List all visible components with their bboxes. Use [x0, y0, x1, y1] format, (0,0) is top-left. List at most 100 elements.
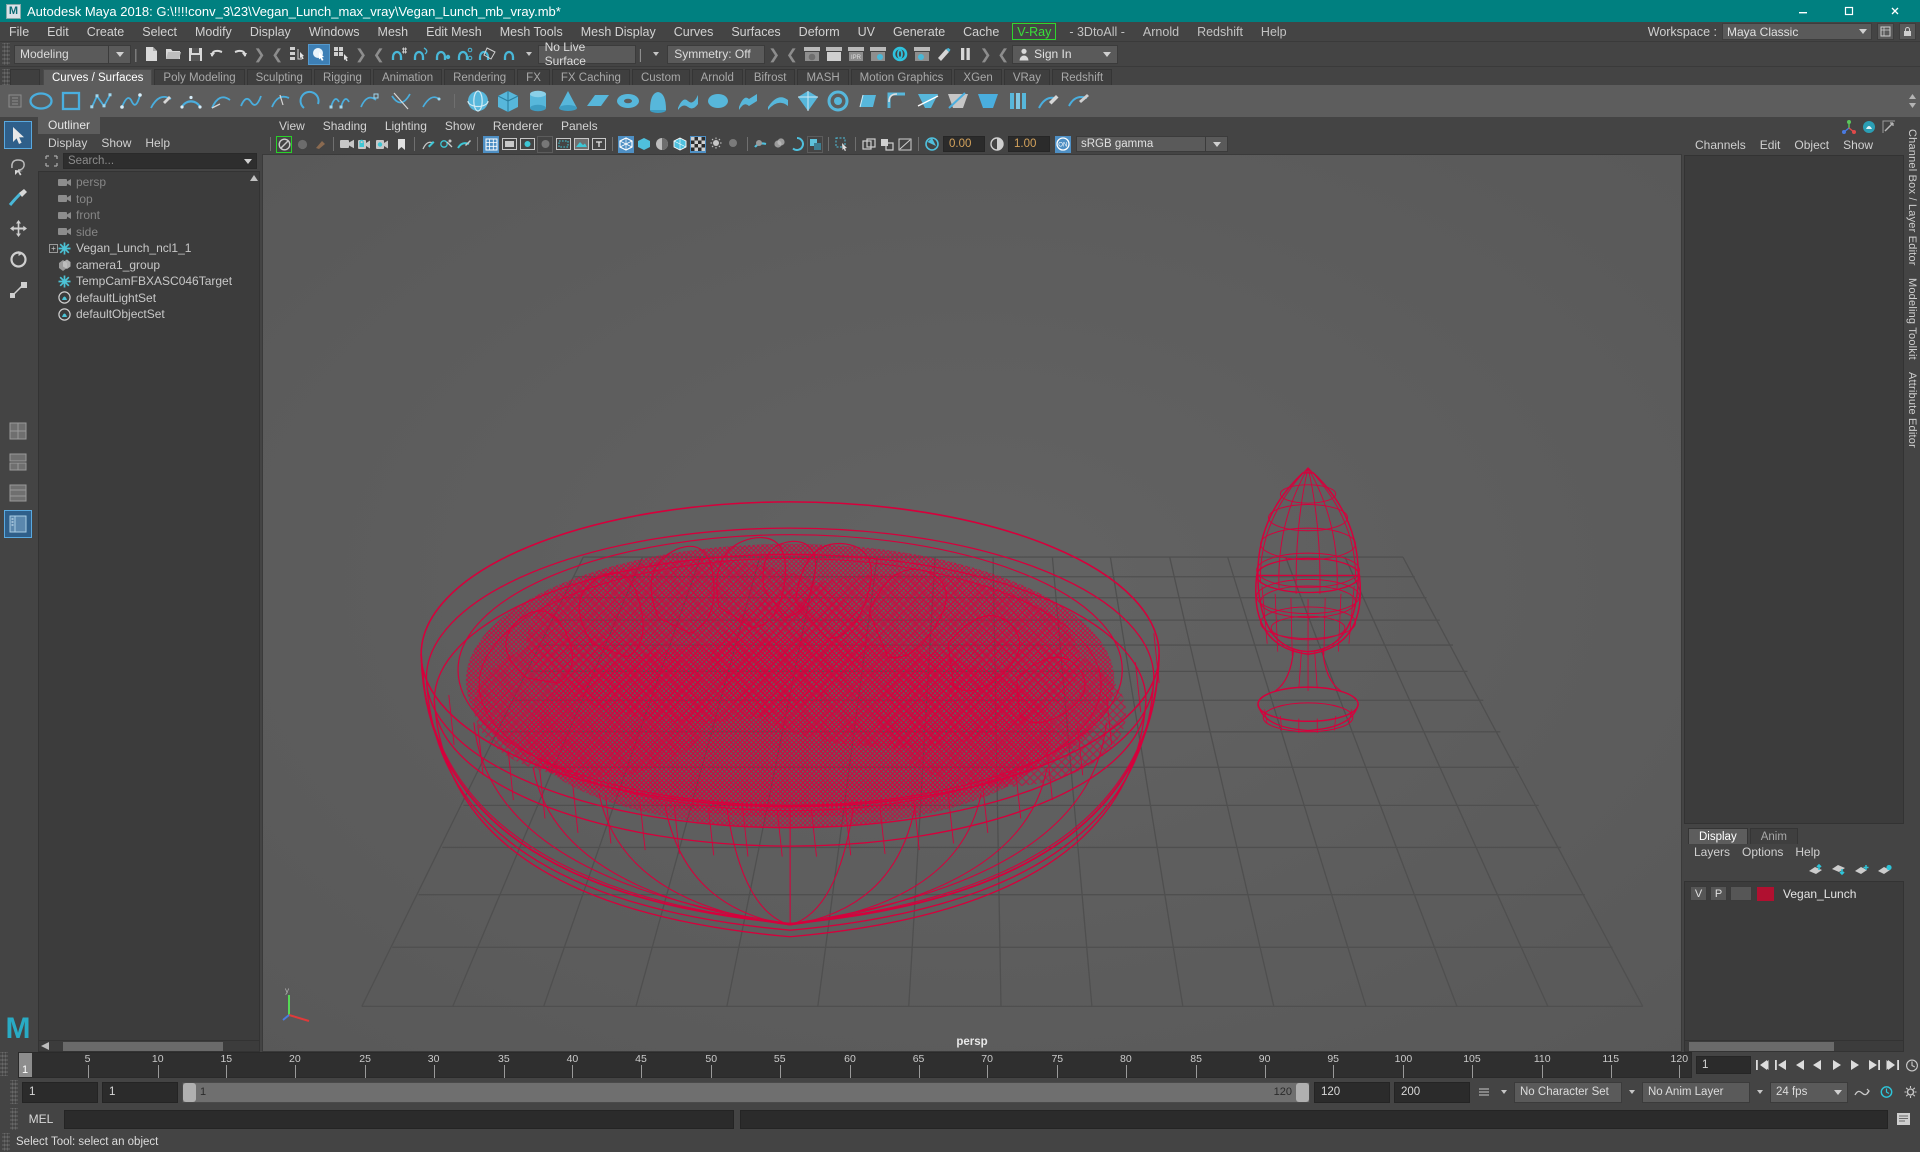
- camera-settings-icon[interactable]: [375, 136, 391, 153]
- vtab-attribute-editor[interactable]: Attribute Editor: [1906, 366, 1918, 454]
- menu-deform[interactable]: Deform: [790, 22, 849, 42]
- channelbox-menu-show[interactable]: Show: [1836, 136, 1880, 154]
- shelf-nurbs-sphere-icon[interactable]: [463, 87, 493, 115]
- anim-layer-dropdown[interactable]: No Anim Layer: [1642, 1081, 1750, 1103]
- shelf-gripper[interactable]: [2, 69, 10, 85]
- select-tool-button[interactable]: [4, 121, 32, 149]
- shelf-surface-editing-icon[interactable]: [1063, 87, 1093, 115]
- outliner-tab[interactable]: Outliner: [38, 117, 101, 134]
- playback-options-icon[interactable]: [1474, 1082, 1494, 1103]
- shelf-tab-mash[interactable]: MASH: [797, 69, 849, 85]
- create-new-layer-icon[interactable]: [1854, 864, 1869, 876]
- shelf-tab-arnold[interactable]: Arnold: [691, 69, 743, 85]
- pause-ipr-button[interactable]: [955, 44, 977, 65]
- layer-playback-toggle[interactable]: P: [1710, 886, 1727, 901]
- shelf-open-close-curve-icon[interactable]: [296, 87, 326, 115]
- mel-output-field[interactable]: [740, 1109, 1888, 1129]
- shelf-duplicate-surface-curves-icon[interactable]: [326, 87, 356, 115]
- outliner-item-front[interactable]: front: [39, 207, 259, 224]
- snap-to-point-button[interactable]: [432, 44, 454, 65]
- screen-space-ao-icon[interactable]: [789, 136, 805, 153]
- smooth-shade-all-icon[interactable]: [636, 136, 652, 153]
- layer-color-swatch[interactable]: [1757, 886, 1774, 901]
- menuset-dropdown[interactable]: Modeling: [14, 44, 109, 64]
- marquee-select-icon[interactable]: [834, 136, 850, 153]
- shelf-extrude-icon[interactable]: [733, 87, 763, 115]
- shelf-pencil-curve-icon[interactable]: [146, 87, 176, 115]
- hypershade-button[interactable]: [889, 44, 911, 65]
- shelf-bevel-plus-icon[interactable]: [853, 87, 883, 115]
- play-backwards-button[interactable]: [1810, 1056, 1827, 1075]
- new-scene-button[interactable]: [141, 44, 163, 65]
- vtab-channel-box-layer-editor[interactable]: Channel Box / Layer Editor: [1906, 123, 1918, 272]
- snap-to-curve-button[interactable]: [410, 44, 432, 65]
- menu-cache[interactable]: Cache: [954, 22, 1008, 42]
- shelf-tab-sculpting[interactable]: Sculpting: [246, 69, 312, 85]
- view-layout-outliner-persp-button[interactable]: [4, 510, 32, 538]
- channelbox-menu-edit[interactable]: Edit: [1753, 136, 1788, 154]
- move-layer-up-icon[interactable]: [1808, 864, 1823, 876]
- layer-shading-toggle[interactable]: [1730, 886, 1752, 901]
- viewport-menu-view[interactable]: View: [270, 117, 314, 135]
- step-back-frame-button[interactable]: [1791, 1056, 1808, 1075]
- time-slider[interactable]: 1 5 10 15 20 25 30 35 40 45 50 55 60 65 …: [18, 1052, 1692, 1078]
- range-end-handle[interactable]: [1296, 1082, 1309, 1102]
- outliner-item-persp[interactable]: persp: [39, 174, 259, 191]
- minimize-button[interactable]: [1780, 0, 1826, 22]
- outliner-item-side[interactable]: side: [39, 224, 259, 241]
- layer-tab-display[interactable]: Display: [1688, 828, 1748, 844]
- outliner-item-tempcam-target[interactable]: TempCamFBXASC046Target: [39, 273, 259, 290]
- open-scene-button[interactable]: [163, 44, 185, 65]
- shelf-tab-fx-caching[interactable]: FX Caching: [551, 69, 630, 85]
- shelf-tab-rendering[interactable]: Rendering: [444, 69, 516, 85]
- camera-attributes-icon[interactable]: [294, 136, 310, 153]
- character-set-dropdown[interactable]: No Character Set: [1514, 1081, 1622, 1103]
- layer-row[interactable]: V P Vegan_Lunch: [1687, 885, 1901, 902]
- menu-uv[interactable]: UV: [849, 22, 884, 42]
- save-scene-button[interactable]: [185, 44, 207, 65]
- view-layout-three-button[interactable]: [4, 479, 32, 507]
- shelf-tab-custom[interactable]: Custom: [631, 69, 690, 85]
- snap-to-projected-center-button[interactable]: [454, 44, 476, 65]
- menu-file[interactable]: File: [0, 22, 38, 42]
- symmetry-field[interactable]: Symmetry: Off: [667, 44, 766, 64]
- shelf-menu-icon[interactable]: [4, 87, 26, 115]
- shelf-nurbs-torus-icon[interactable]: [613, 87, 643, 115]
- chevron-down-icon[interactable]: [1501, 1090, 1507, 1094]
- select-component-button[interactable]: [330, 44, 352, 65]
- outliner-menu-help[interactable]: Help: [139, 134, 176, 152]
- timeline-gripper[interactable]: [0, 1052, 8, 1076]
- viewport-menu-renderer[interactable]: Renderer: [484, 117, 552, 135]
- melbar-gripper[interactable]: [10, 1108, 18, 1130]
- persp-viewport[interactable]: y persp: [262, 153, 1682, 1052]
- menu-redshift[interactable]: Redshift: [1188, 22, 1252, 42]
- preferences-gear-icon[interactable]: [1900, 1082, 1920, 1103]
- irr-render-button[interactable]: [823, 44, 845, 65]
- maximize-button[interactable]: [1826, 0, 1872, 22]
- shelf-tab-rigging[interactable]: Rigging: [313, 69, 371, 85]
- shelf-curve-edit-icon[interactable]: [206, 87, 236, 115]
- animation-preferences-icon[interactable]: [1876, 1082, 1896, 1103]
- shelf-surface-fillet-icon[interactable]: [883, 87, 913, 115]
- panel-zoom-icon[interactable]: [861, 136, 877, 153]
- viewport-menu-shading[interactable]: Shading: [314, 117, 376, 135]
- attribute-editor-icon[interactable]: [1882, 120, 1896, 134]
- menu-mesh-tools[interactable]: Mesh Tools: [491, 22, 572, 42]
- shelf-tab-motion-graphics[interactable]: Motion Graphics: [850, 69, 953, 85]
- color-space-dropdown[interactable]: sRGB gamma: [1076, 136, 1206, 153]
- smooth-shade-selected-icon[interactable]: [654, 136, 670, 153]
- chevron-down-icon[interactable]: [653, 52, 660, 56]
- move-layer-down-icon[interactable]: [1831, 864, 1846, 876]
- layer-menu-help[interactable]: Help: [1789, 844, 1826, 861]
- shelf-ep-curve-icon[interactable]: [116, 87, 146, 115]
- layer-tab-anim[interactable]: Anim: [1749, 828, 1798, 844]
- snap-to-grid-button[interactable]: [388, 44, 410, 65]
- shelf-sculpt-geometry-icon[interactable]: [1033, 87, 1063, 115]
- select-hierarchy-button[interactable]: [286, 44, 308, 65]
- shelf-tab-animation[interactable]: Animation: [372, 69, 443, 85]
- script-editor-icon[interactable]: [1894, 1110, 1912, 1128]
- shelf-tab-bifrost[interactable]: Bifrost: [744, 69, 796, 85]
- shelf-insert-isoparm-icon[interactable]: [1003, 87, 1033, 115]
- outliner-item-list[interactable]: persp top front side + Vegan_Lunch_ncl1_…: [38, 171, 260, 1041]
- exposure-value-field[interactable]: 0.00: [943, 136, 985, 153]
